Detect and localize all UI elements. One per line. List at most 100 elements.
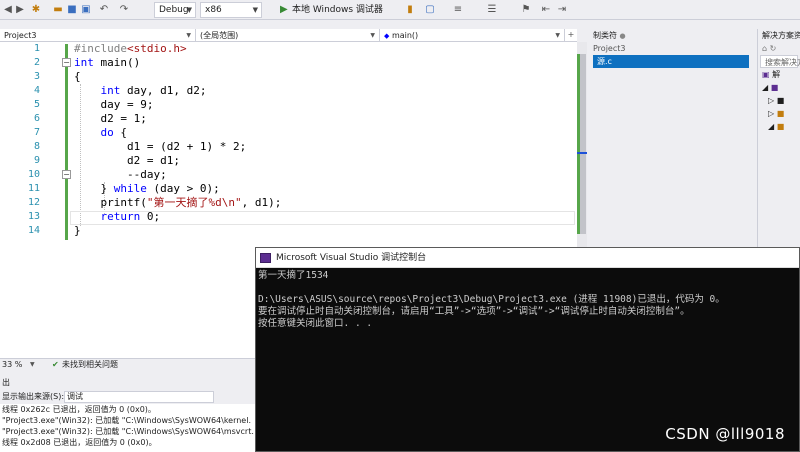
solution-explorer-title: 解决方案资源	[762, 31, 800, 40]
code-line-13: return 0;	[100, 210, 161, 223]
debug-console-window[interactable]: Microsoft Visual Studio 调试控制台 第一天摘了1534 …	[255, 247, 800, 452]
format-icon[interactable]: ≡	[452, 4, 464, 16]
line-number: 9	[33, 155, 40, 166]
console-titlebar[interactable]: Microsoft Visual Studio 调试控制台	[256, 248, 799, 268]
collapse-do-icon[interactable]: −	[62, 170, 71, 179]
open-folder-icon[interactable]: ▬	[52, 4, 64, 16]
scope-combo[interactable]: (全局范围) ▼	[196, 29, 380, 42]
expand-icon: ◢	[762, 83, 769, 92]
output-line: "Project3.exe"(Win32): 已加载 "C:\Windows\S…	[2, 427, 254, 436]
platform-select[interactable]: x86 ▼	[200, 2, 262, 18]
project-combo[interactable]: Project3 ▼	[0, 29, 196, 42]
configuration-value: Debug	[159, 5, 189, 15]
back-icon[interactable]: ◀	[2, 4, 14, 16]
chevron-down-icon: ▼	[370, 32, 375, 39]
code-line-3: {	[74, 70, 81, 83]
expand-icon: ◢	[768, 122, 775, 131]
home-icon[interactable]: ⌂	[762, 44, 767, 53]
code-line-10: --day;	[74, 168, 167, 181]
line-number: 4	[33, 85, 40, 96]
code-line-11: } while (day > 0);	[74, 182, 220, 195]
save-icon[interactable]: ■	[66, 4, 78, 16]
line-number-gutter: 1 2 3 4 5 6 7 8 9 10 11 12 13 14	[0, 42, 46, 358]
code-line-2: int main()	[74, 56, 141, 69]
output-source-label: 显示输出来源(S):	[2, 392, 65, 401]
toolbar: ◀ ▶ ✱ ▬ ■ ▣ ↶ ↷ Debug ▼ x86 ▼ ▶ 本地 Windows …	[0, 0, 800, 20]
output-panel-title: 出	[0, 376, 260, 389]
code-line-14: }	[74, 224, 81, 237]
class-view-selected-item[interactable]: 源.c	[593, 55, 749, 68]
console-title: Microsoft Visual Studio 调试控制台	[276, 253, 427, 263]
output-line: 线程 0x2d08 已退出，返回值为 0 (0x0)。	[2, 438, 157, 447]
comment-icon[interactable]: ☰	[486, 4, 498, 16]
zoom-level[interactable]: 33 %	[2, 359, 22, 371]
console-app-icon	[260, 253, 271, 263]
line-number: 6	[33, 113, 40, 124]
configuration-select[interactable]: Debug ▼	[154, 2, 196, 18]
bookmark-next-icon[interactable]: ⇥	[556, 4, 568, 16]
platform-value: x86	[205, 5, 222, 15]
folder-icon: ■	[776, 109, 785, 118]
scrollbar-caret-marker	[577, 152, 587, 154]
tree-node[interactable]: ▷ ■	[758, 107, 800, 120]
save-all-icon[interactable]: ▣	[80, 4, 92, 16]
change-tracking-bar	[65, 44, 68, 240]
class-view-title-text: 制类符	[593, 31, 617, 40]
forward-icon[interactable]: ▶	[14, 4, 26, 16]
line-number: 12	[27, 197, 40, 208]
tree-node[interactable]: ◢ ■	[758, 120, 800, 133]
window-icon[interactable]: ▢	[424, 4, 436, 16]
project-combo-label: Project3	[4, 31, 37, 40]
start-debugging-button[interactable]: ▶ 本地 Windows 调试器	[278, 2, 390, 18]
bookmark-icon[interactable]: ▮	[404, 4, 416, 16]
chevron-down-icon: ▼	[555, 32, 560, 39]
project-node[interactable]: ◢ ■	[758, 81, 800, 94]
function-combo[interactable]: ◆ main() ▼	[380, 29, 565, 42]
solution-icon: ▣	[762, 70, 770, 79]
code-line-8: d1 = (d2 + 1) * 2;	[74, 140, 247, 153]
refresh-icon[interactable]: ↻	[770, 44, 777, 53]
project-icon: ■	[770, 83, 779, 92]
tree-node[interactable]: ▷ ■	[758, 94, 800, 107]
scrollbar-change-marker	[577, 54, 580, 234]
bookmark-toggle-icon[interactable]: ⚑	[520, 4, 532, 16]
collapse-arrow-icon: ▷	[768, 109, 775, 118]
check-circle-icon: ✔	[52, 360, 59, 369]
code-line-4: int day, d1, d2;	[100, 84, 207, 97]
collapse-main-icon[interactable]: −	[62, 58, 71, 67]
chevron-down-icon[interactable]: ▼	[30, 359, 35, 371]
pin-icon[interactable]: ●	[620, 32, 626, 40]
code-line-5: day = 9;	[74, 98, 154, 111]
redo-icon[interactable]: ↷	[118, 4, 130, 16]
output-source-row: 显示输出来源(S): 调试	[0, 390, 260, 404]
new-item-icon[interactable]: ✱	[30, 4, 42, 16]
solution-explorer-toolbar: ⌂ ↻	[758, 42, 800, 55]
undo-icon[interactable]: ↶	[98, 4, 110, 16]
code-line-7: do {	[100, 126, 128, 139]
run-label: 本地 Windows 调试器	[292, 5, 383, 15]
line-number: 13	[27, 211, 40, 222]
function-combo-label: main()	[391, 31, 419, 40]
class-view-project[interactable]: Project3	[589, 42, 753, 55]
split-icon[interactable]: +	[565, 29, 577, 41]
solution-root[interactable]: ▣ 解	[758, 68, 800, 81]
console-line: 按任意键关闭此窗口. . .	[258, 318, 373, 329]
output-text[interactable]: 线程 0x262c 已退出，返回值为 0 (0x0)。 "Project3.ex…	[0, 404, 258, 452]
solution-explorer-search[interactable]: 搜索解决方	[760, 55, 800, 68]
line-number: 8	[33, 141, 40, 152]
chevron-down-icon: ▼	[186, 32, 191, 39]
code-line-1: #include<stdio.h>	[74, 42, 187, 55]
output-line: 线程 0x262c 已退出，返回值为 0 (0x0)。	[2, 405, 156, 414]
chevron-down-icon: ▼	[252, 6, 258, 14]
watermark: CSDN @lll9018	[665, 425, 785, 443]
code-line-12: printf("第一天摘了%d\n", d1);	[74, 196, 282, 209]
line-number: 2	[33, 57, 40, 68]
play-icon: ▶	[280, 4, 288, 15]
function-icon: ◆	[384, 32, 390, 40]
console-line: 第一天摘了1534	[258, 270, 329, 281]
code-line-6: d2 = 1;	[74, 112, 147, 125]
output-source-select[interactable]: 调试	[64, 391, 214, 403]
output-title-text: 出	[2, 378, 10, 387]
output-line: "Project3.exe"(Win32): 已加载 "C:\Windows\S…	[2, 416, 251, 425]
bookmark-prev-icon[interactable]: ⇤	[540, 4, 552, 16]
